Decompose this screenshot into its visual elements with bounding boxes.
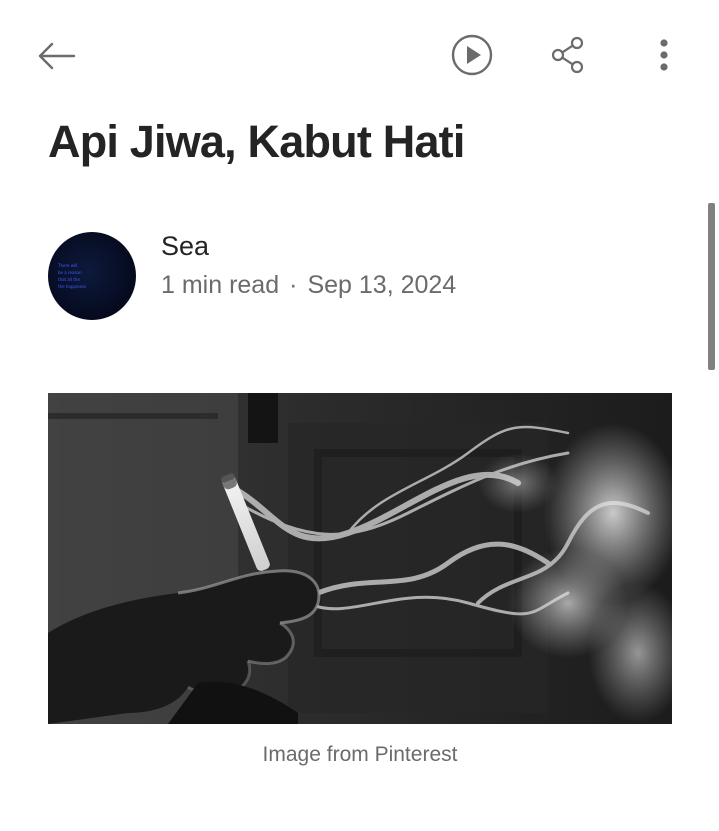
more-vertical-icon [660,39,668,71]
meta-separator: · [289,271,298,299]
back-button[interactable] [30,34,82,78]
share-button[interactable] [545,32,591,78]
play-circle-icon [451,34,493,76]
author-name[interactable]: Sea [161,228,209,264]
article-meta: 1 min read · Sep 13, 2024 [161,268,456,302]
share-icon [551,36,584,74]
hero-image[interactable] [48,393,672,724]
listen-button[interactable] [449,32,495,78]
scrollbar[interactable] [708,203,715,370]
avatar-text: There will be a reason that all the the … [58,263,87,289]
more-options-button[interactable] [646,32,682,78]
author-avatar[interactable]: There will be a reason that all the the … [48,232,136,320]
author-info: There will be a reason that all the the … [48,228,668,324]
arrow-left-icon [38,42,76,70]
image-caption: Image from Pinterest [262,743,458,766]
top-app-bar [0,0,719,110]
article-title: Api Jiwa, Kabut Hati [48,116,465,167]
smoking-hand-image [48,393,672,724]
read-time: 1 min read [161,271,280,299]
publish-date: Sep 13, 2024 [307,271,457,299]
